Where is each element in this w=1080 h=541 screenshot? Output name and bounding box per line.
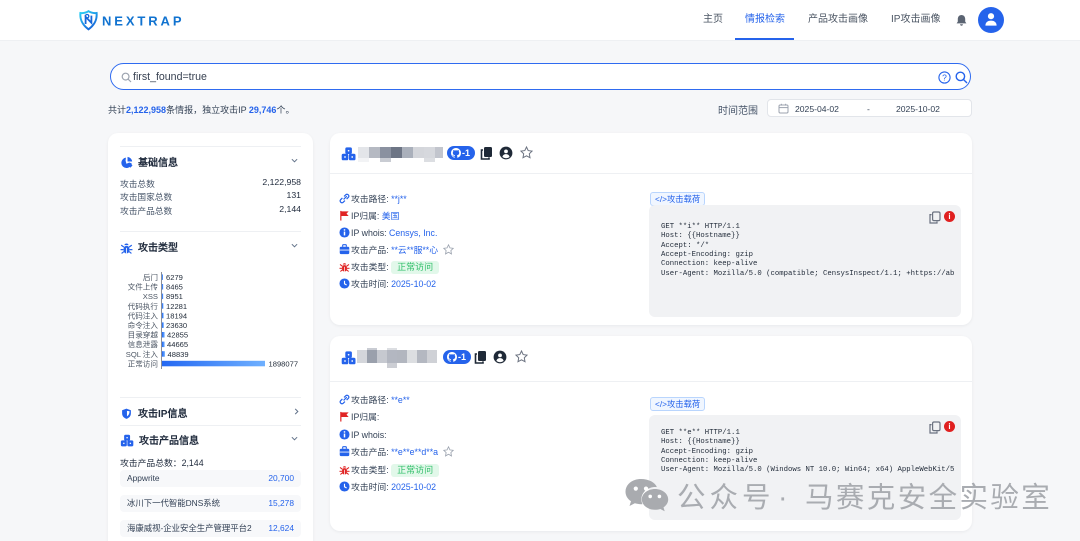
svg-text:代码执行: 代码执行 [128,301,159,311]
svg-text:命令注入: 命令注入 [128,320,159,330]
svg-text:12281: 12281 [166,302,187,311]
svg-text:后门: 后门 [143,272,158,282]
svg-text:XSS: XSS [143,292,158,301]
svg-text:文件上传: 文件上传 [128,282,159,292]
svg-text:8465: 8465 [166,283,183,292]
svg-text:?: ? [942,72,947,82]
svg-text:信息泄露: 信息泄露 [128,339,159,349]
svg-text:目录穿越: 目录穿越 [128,330,159,340]
svg-text:NEXTRAP: NEXTRAP [102,14,184,29]
svg-text:代码注入: 代码注入 [128,310,159,320]
svg-text:正常访问: 正常访问 [128,358,158,368]
svg-text:SQL 注入: SQL 注入 [126,349,159,359]
svg-text:8951: 8951 [166,292,183,301]
svg-text:42855: 42855 [167,331,188,340]
svg-text:23630: 23630 [166,321,187,330]
svg-text:18194: 18194 [166,311,187,320]
svg-text:6279: 6279 [166,273,183,282]
svg-text:1898077: 1898077 [269,359,299,368]
svg-text:44665: 44665 [167,340,188,349]
svg-text:48839: 48839 [168,350,189,359]
